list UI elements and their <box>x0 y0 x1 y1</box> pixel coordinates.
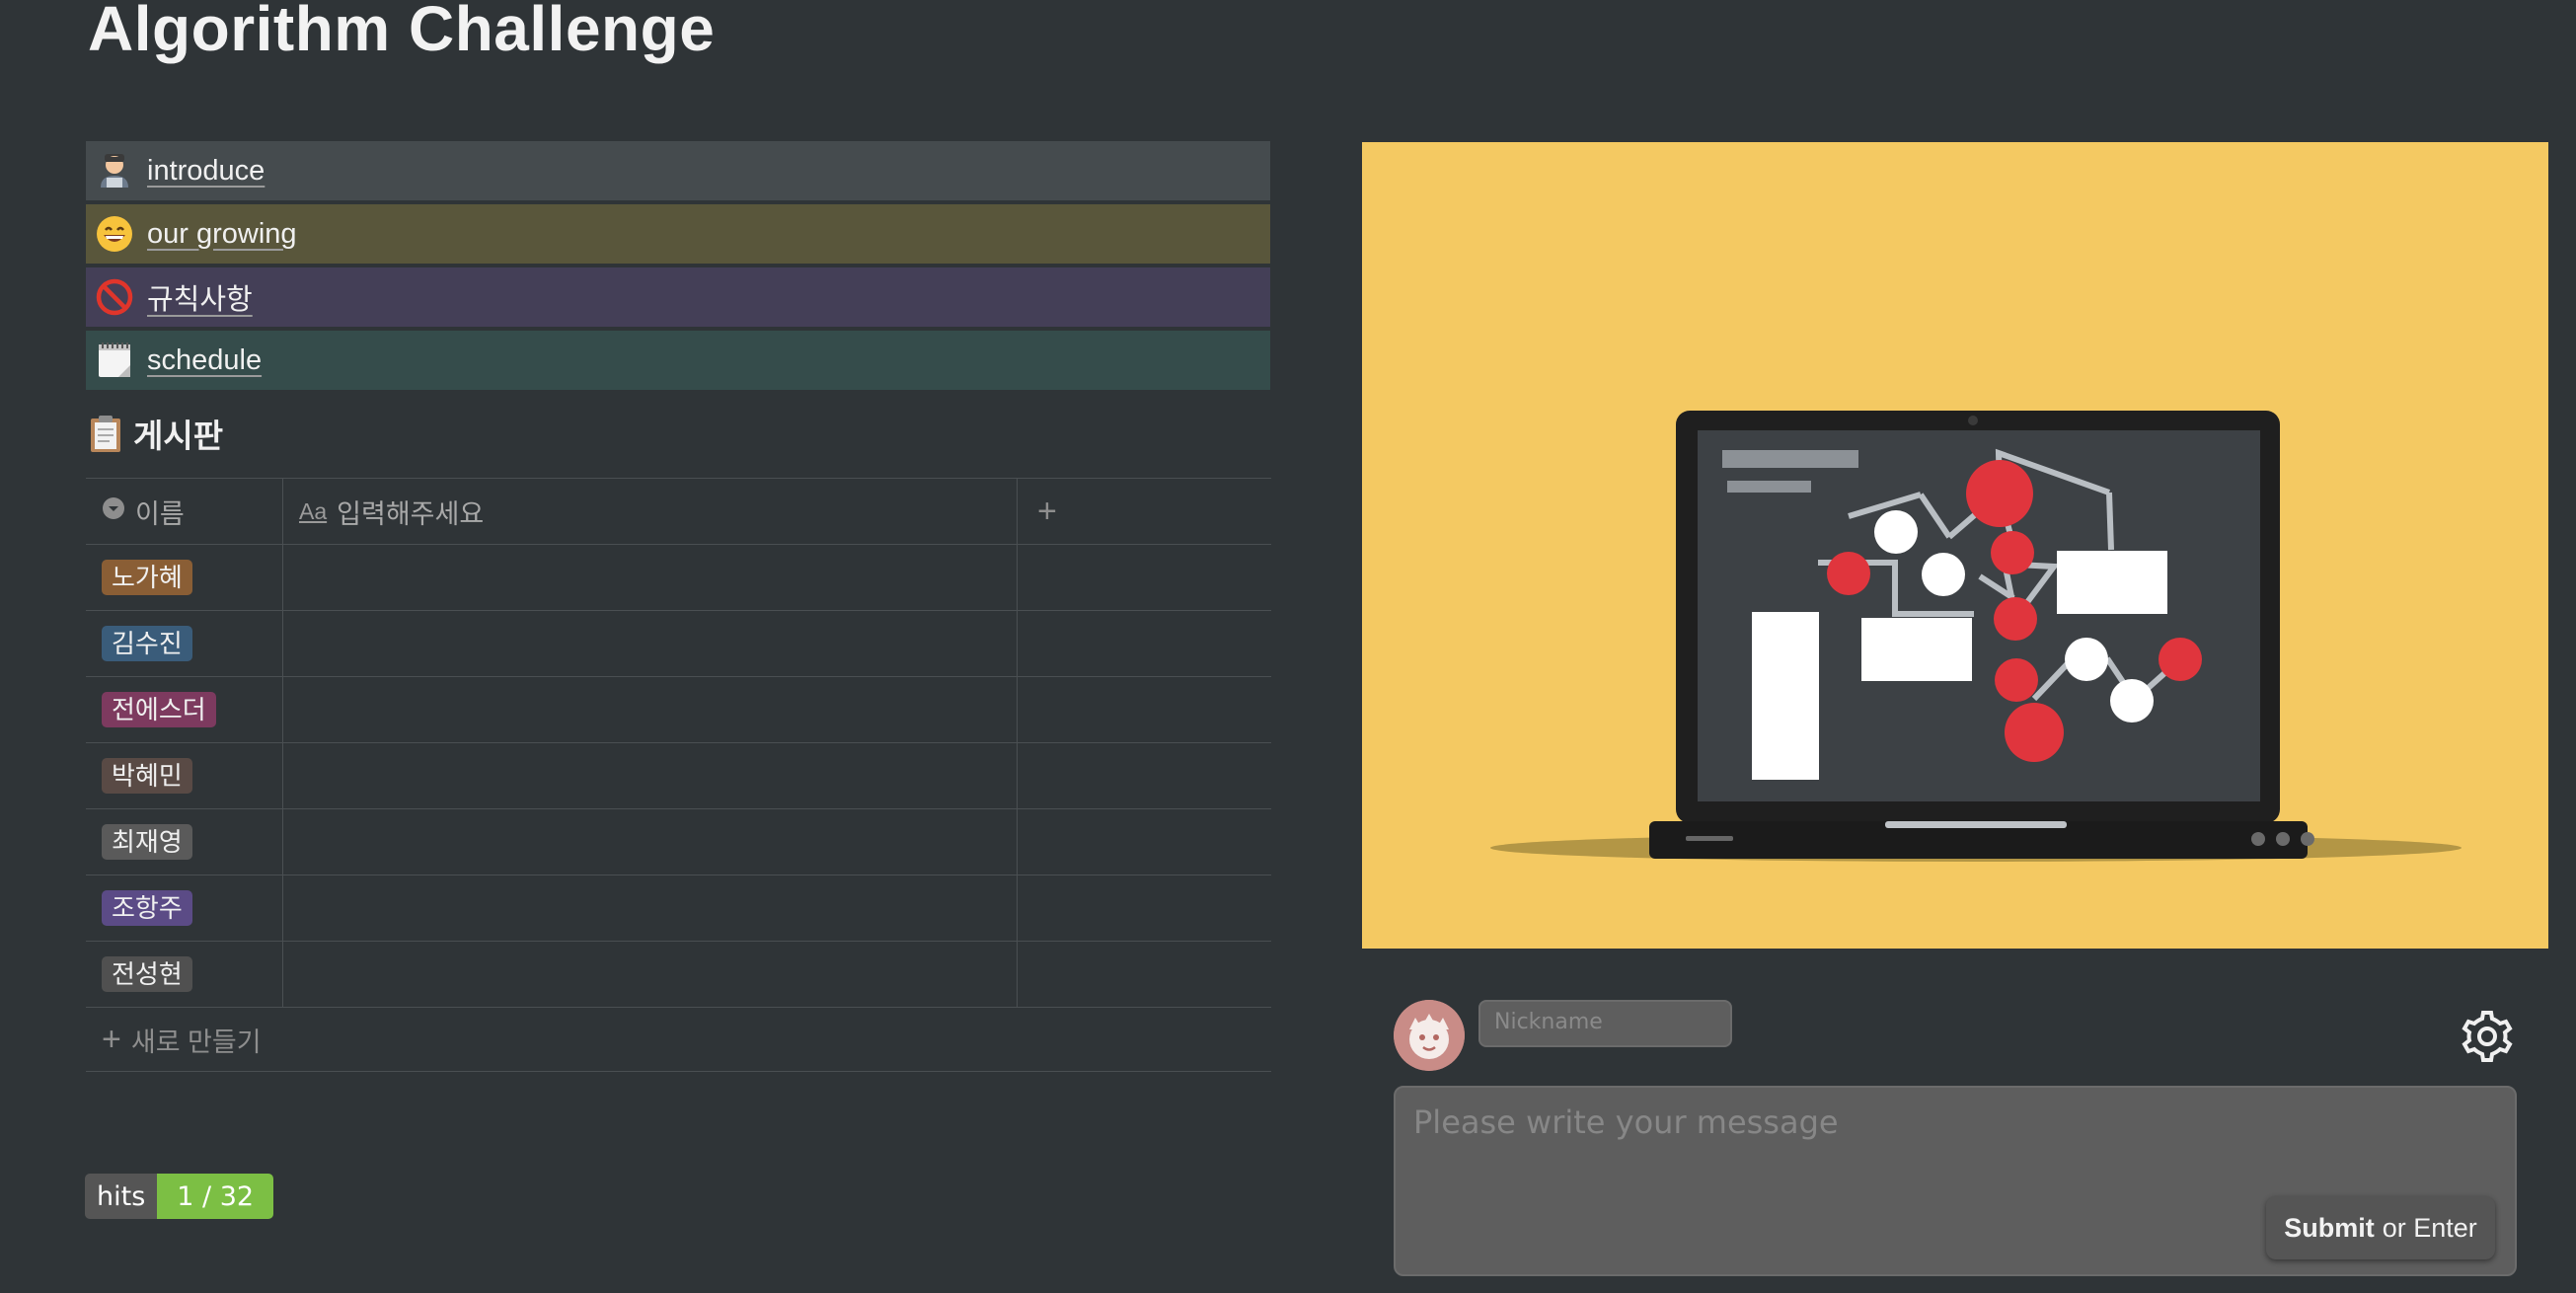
name-tag[interactable]: 전성현 <box>102 956 192 992</box>
name-tag[interactable]: 전에스더 <box>102 692 216 727</box>
table-header: 이름 Aa 입력해주세요 + <box>86 478 1271 544</box>
table-row[interactable]: 박혜민 <box>86 742 1271 808</box>
board-heading: 게시판 <box>88 410 223 457</box>
title-cell[interactable] <box>283 743 1018 808</box>
callout-label: 규칙사항 <box>147 284 253 316</box>
callout-label: our growing <box>147 217 297 250</box>
title-cell[interactable] <box>283 611 1018 676</box>
page-title: Algorithm Challenge <box>88 0 716 64</box>
callout-schedule[interactable]: schedule <box>86 331 1270 390</box>
table-row[interactable]: 전에스더 <box>86 676 1271 742</box>
empty-cell[interactable] <box>1018 743 1271 808</box>
board-title: 게시판 <box>133 418 224 454</box>
table-row[interactable]: 조항주 <box>86 875 1271 941</box>
table-row[interactable]: 김수진 <box>86 610 1271 676</box>
text-property-icon: Aa <box>299 497 328 524</box>
gear-icon[interactable] <box>2459 1008 2516 1065</box>
grinning-face-icon <box>94 213 135 255</box>
hits-label: hits <box>85 1174 158 1219</box>
empty-cell[interactable] <box>1018 677 1271 742</box>
name-tag[interactable]: 박혜민 <box>102 758 192 794</box>
chevron-down-icon <box>102 496 125 527</box>
submit-button[interactable]: Submit or Enter <box>2266 1196 2495 1259</box>
empty-cell[interactable] <box>1018 809 1271 875</box>
name-tag[interactable]: 김수진 <box>102 626 192 661</box>
hits-count: 1 / 32 <box>157 1174 274 1219</box>
name-tag[interactable]: 최재영 <box>102 824 192 860</box>
cover-image <box>1362 142 2548 949</box>
title-cell[interactable] <box>283 809 1018 875</box>
callout-rules[interactable]: 규칙사항 <box>86 267 1270 327</box>
new-row-button[interactable]: + 새로 만들기 <box>86 1007 1271 1072</box>
name-tag[interactable]: 조항주 <box>102 890 192 926</box>
title-cell[interactable] <box>283 875 1018 941</box>
title-cell[interactable] <box>283 942 1018 1007</box>
empty-cell[interactable] <box>1018 875 1271 941</box>
avatar[interactable] <box>1394 1000 1465 1071</box>
clipboard-icon <box>88 414 125 453</box>
title-column-header[interactable]: Aa 입력해주세요 <box>283 479 1018 544</box>
plus-icon: + <box>1037 492 1057 530</box>
table-row[interactable]: 전성현 <box>86 941 1271 1007</box>
hits-badge: hits 1 / 32 <box>85 1174 274 1219</box>
callout-label: introduce <box>147 154 265 187</box>
table-row[interactable]: 최재영 <box>86 808 1271 875</box>
title-cell[interactable] <box>283 677 1018 742</box>
message-placeholder: Please write your message <box>1413 1103 1839 1141</box>
callout-introduce[interactable]: introduce <box>86 141 1270 200</box>
callout-our-growing[interactable]: our growing <box>86 204 1270 264</box>
no-entry-icon <box>94 276 135 318</box>
add-property-button[interactable]: + <box>1018 479 1271 544</box>
calendar-icon <box>94 340 135 381</box>
empty-cell[interactable] <box>1018 545 1271 610</box>
callout-label: schedule <box>147 343 263 376</box>
empty-cell[interactable] <box>1018 611 1271 676</box>
name-column-header[interactable]: 이름 <box>86 479 283 544</box>
title-cell[interactable] <box>283 545 1018 610</box>
technologist-icon <box>94 150 135 191</box>
name-tag[interactable]: 노가혜 <box>102 560 192 595</box>
table-row[interactable]: 노가혜 <box>86 544 1271 610</box>
callout-list: introduce our growing 규칙사항 schedule <box>86 141 1270 394</box>
empty-cell[interactable] <box>1018 942 1271 1007</box>
laptop-illustration <box>1490 411 2462 862</box>
message-textarea[interactable]: Please write your message Submit or Ente… <box>1394 1086 2517 1276</box>
board-table: 이름 Aa 입력해주세요 + 노가혜 김수진 전에스더 박혜민 최재영 조항주 <box>86 478 1271 1072</box>
nickname-input[interactable]: Nickname <box>1478 1000 1732 1047</box>
plus-icon: + <box>102 1020 121 1058</box>
